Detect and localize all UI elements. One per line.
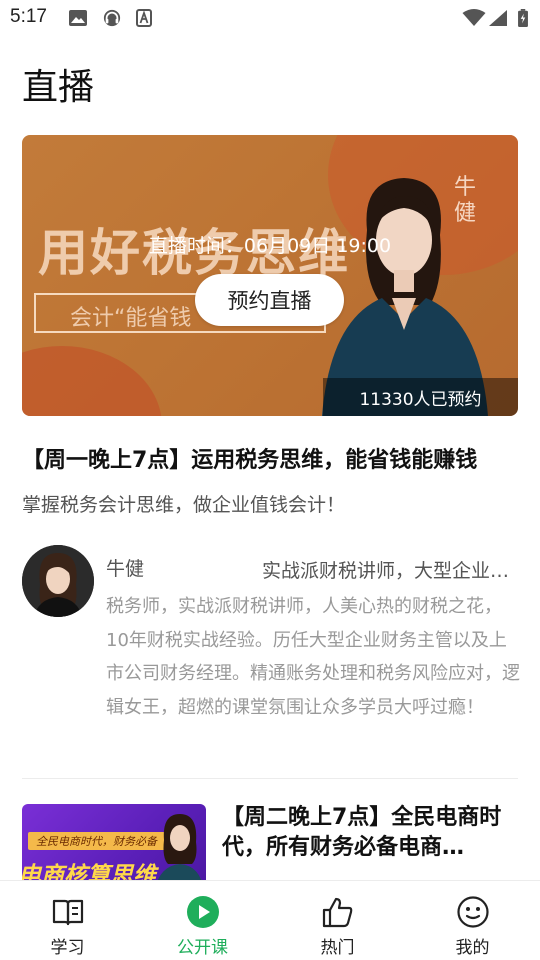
course-title[interactable]: 【周一晚上7点】运用税务思维，能省钱能赚钱 — [22, 442, 522, 474]
status-time: 5:17 — [10, 6, 47, 27]
thumbs-up-icon — [322, 897, 352, 928]
signal-icon — [489, 10, 507, 26]
nav-item-study[interactable]: 学习 — [0, 881, 135, 960]
play-circle-icon — [186, 896, 219, 928]
nav-item-hot[interactable]: 热门 — [270, 881, 405, 960]
live-banner[interactable]: 用好税务思维 会计“能省钱 牛健 直播时间：06月09日 19:00 预约直播 … — [22, 135, 518, 416]
nav-label: 我的 — [455, 938, 490, 958]
text-notification-icon — [136, 9, 152, 27]
nav-item-mine[interactable]: 我的 — [405, 881, 540, 960]
nav-label: 学习 — [50, 938, 85, 958]
live-start-time: 直播时间：06月09日 19:00 — [148, 235, 392, 257]
wifi-icon — [462, 9, 486, 26]
divider — [22, 778, 518, 779]
page-title: 直播 — [22, 67, 95, 108]
reserve-live-button[interactable]: 预约直播 — [195, 274, 344, 326]
reserved-count-badge: 11330人已预约 — [323, 378, 518, 416]
smiley-face-icon — [456, 896, 489, 928]
teacher-name: 牛健 — [106, 558, 145, 580]
nav-label: 公开课 — [177, 938, 228, 958]
bottom-navigation: 学习 公开课 热门 我的 — [0, 880, 540, 960]
status-bar: 5:17 — [0, 0, 540, 36]
avatar[interactable] — [22, 545, 94, 617]
nav-item-open-class[interactable]: 公开课 — [135, 881, 270, 960]
banner-decoration — [22, 346, 162, 416]
course-subtitle: 掌握税务会计思维，做企业值钱会计！ — [22, 494, 346, 516]
next-course-title[interactable]: 【周二晚上7点】全民电商时代，所有财务必备电商… — [222, 803, 518, 863]
book-icon — [52, 899, 83, 926]
teacher-avatar-image — [22, 545, 94, 617]
banner-image-subline: 会计“能省钱 — [70, 306, 192, 331]
teacher-title: 实战派财税讲师，大型企业财务主管 — [262, 560, 517, 582]
nav-label: 热门 — [320, 938, 355, 958]
image-notification-icon — [69, 10, 87, 26]
battery-charging-icon — [518, 9, 528, 27]
headset-notification-icon — [103, 9, 121, 27]
thumbnail-tag: 全民电商时代，财务必备 — [28, 832, 165, 850]
teacher-bio: 税务师，实战派财税讲师，人美心热的财税之花，10年财税实战经验。历任大型企业财务… — [106, 596, 520, 718]
